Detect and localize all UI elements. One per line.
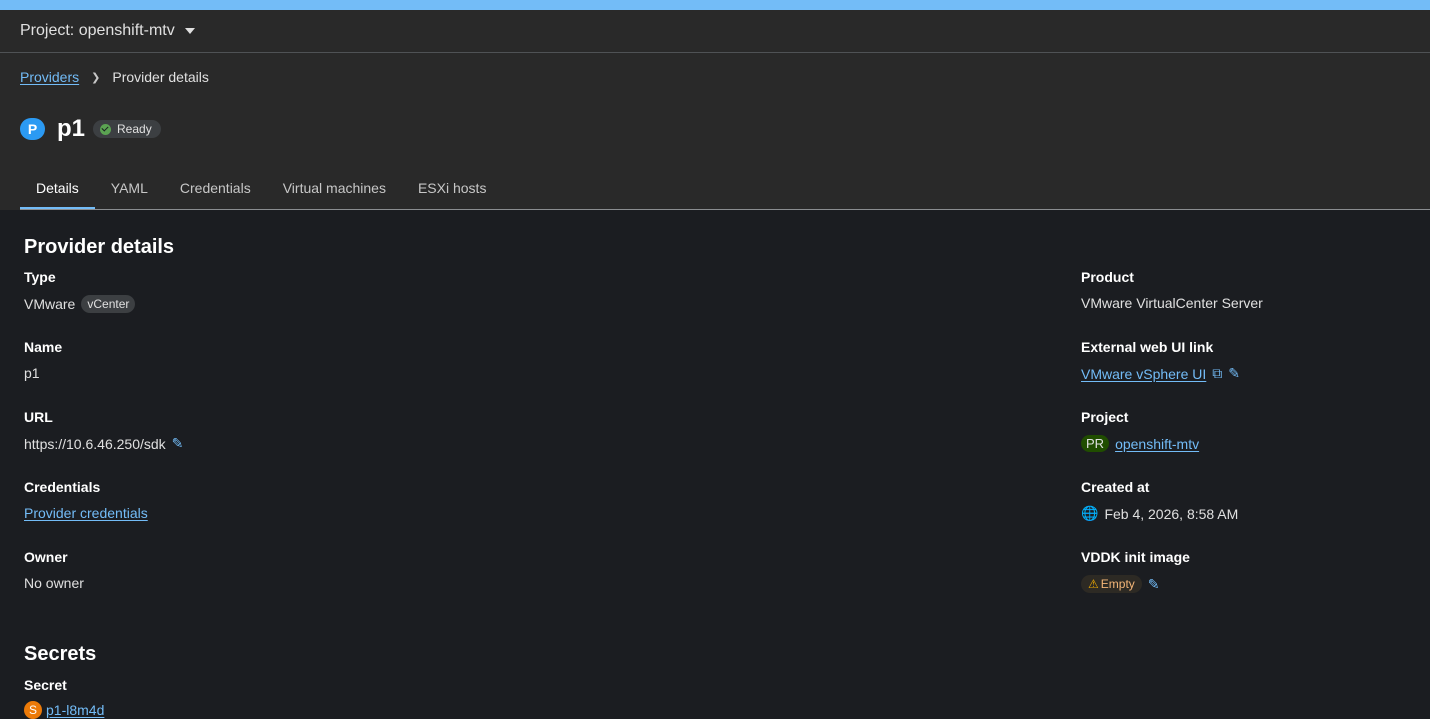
tab-virtual-machines[interactable]: Virtual machines	[267, 169, 402, 210]
product-field: Product VMware VirtualCenter Server	[1081, 269, 1263, 311]
secrets-heading: Secrets	[24, 643, 97, 665]
pencil-edit-icon[interactable]: ✎	[1148, 576, 1160, 593]
created-at-label: Created at	[1081, 479, 1150, 495]
type-field: Type VMware vCenter	[24, 269, 136, 313]
project-field: Project PR openshift-mtv	[1081, 409, 1199, 452]
product-label: Product	[1081, 269, 1134, 285]
created-at-value: Feb 4, 2026, 8:58 AM	[1104, 505, 1239, 522]
empty-label: Empty	[1100, 577, 1135, 591]
owner-value: No owner	[24, 575, 84, 591]
top-banner	[0, 0, 1430, 10]
page-title: p1	[57, 115, 86, 142]
check-circle-icon	[100, 123, 112, 135]
credentials-value-row: Provider credentials	[24, 505, 148, 521]
name-field: Name p1	[24, 339, 62, 381]
secret-field: Secret S p1-l8m4d	[24, 677, 104, 719]
provider-details-heading: Provider details	[24, 236, 175, 258]
project-bar: Project: openshift-mtv	[0, 10, 1430, 53]
type-value: VMware	[24, 296, 76, 312]
url-field: URL https://10.6.46.250/sdk ✎	[24, 409, 183, 452]
project-link[interactable]: openshift-mtv	[1115, 436, 1199, 452]
external-link-row: VMware vSphere UI ⧉ ✎	[1081, 365, 1240, 382]
external-link-label: External web UI link	[1081, 339, 1214, 355]
status-label: Ready	[117, 122, 152, 136]
secret-resource-badge: S	[24, 701, 42, 719]
empty-badge: ⚠ Empty	[1081, 575, 1142, 593]
breadcrumb-current: Provider details	[112, 69, 209, 85]
secret-label: Secret	[24, 677, 67, 693]
page-header: Providers ❯ Provider details P p1 Ready …	[0, 53, 1430, 210]
tab-details[interactable]: Details	[20, 169, 95, 210]
vddk-value-row: ⚠ Empty ✎	[1081, 575, 1190, 593]
credentials-field: Credentials Provider credentials	[24, 479, 148, 521]
pencil-edit-icon[interactable]: ✎	[172, 435, 184, 452]
project-selector[interactable]: Project: openshift-mtv	[20, 22, 195, 40]
name-value: p1	[24, 365, 40, 381]
project-resource-badge: PR	[1081, 435, 1110, 452]
warning-triangle-icon: ⚠	[1088, 577, 1099, 591]
url-label: URL	[24, 409, 53, 425]
url-value: https://10.6.46.250/sdk	[24, 435, 166, 452]
project-value-row: PR openshift-mtv	[1081, 435, 1199, 452]
title-row: P p1 Ready	[20, 115, 161, 143]
owner-label: Owner	[24, 549, 68, 565]
tab-credentials[interactable]: Credentials	[164, 169, 267, 210]
product-value: VMware VirtualCenter Server	[1081, 295, 1263, 311]
credentials-label: Credentials	[24, 479, 101, 495]
breadcrumb: Providers ❯ Provider details	[20, 69, 209, 85]
caret-down-icon	[184, 28, 195, 34]
name-label: Name	[24, 339, 63, 355]
project-label: Project	[1081, 409, 1129, 425]
tab-esxi-hosts[interactable]: ESXi hosts	[402, 169, 502, 210]
vddk-label: VDDK init image	[1081, 549, 1190, 565]
created-at-row: 🌐 Feb 4, 2026, 8:58 AM	[1081, 505, 1238, 522]
secret-value-row: S p1-l8m4d	[24, 701, 104, 719]
secret-link[interactable]: p1-l8m4d	[46, 702, 104, 718]
type-label: Type	[24, 269, 56, 285]
tab-bar: Details YAML Credentials Virtual machine…	[20, 169, 502, 210]
globe-icon: 🌐	[1081, 505, 1099, 521]
url-value-row: https://10.6.46.250/sdk ✎	[24, 435, 183, 452]
status-badge: Ready	[93, 120, 161, 138]
type-value-row: VMware vCenter	[24, 295, 136, 313]
pencil-edit-icon[interactable]: ✎	[1228, 365, 1240, 382]
main-content: Provider details Type VMware vCenter Nam…	[0, 210, 1430, 719]
owner-field: Owner No owner	[24, 549, 84, 591]
provider-credentials-link[interactable]: Provider credentials	[24, 505, 148, 521]
provider-resource-badge: P	[20, 118, 45, 140]
vddk-field: VDDK init image ⚠ Empty ✎	[1081, 549, 1190, 593]
vsphere-ui-link[interactable]: VMware vSphere UI	[1081, 366, 1206, 382]
project-selector-label: Project: openshift-mtv	[20, 22, 175, 39]
external-link-icon[interactable]: ⧉	[1212, 365, 1222, 382]
created-at-field: Created at 🌐 Feb 4, 2026, 8:58 AM	[1081, 479, 1238, 522]
chevron-right-icon: ❯	[91, 71, 101, 84]
vcenter-pill: vCenter	[81, 295, 136, 313]
external-link-field: External web UI link VMware vSphere UI ⧉…	[1081, 339, 1240, 382]
tab-yaml[interactable]: YAML	[95, 169, 164, 210]
breadcrumb-providers-link[interactable]: Providers	[20, 69, 79, 85]
